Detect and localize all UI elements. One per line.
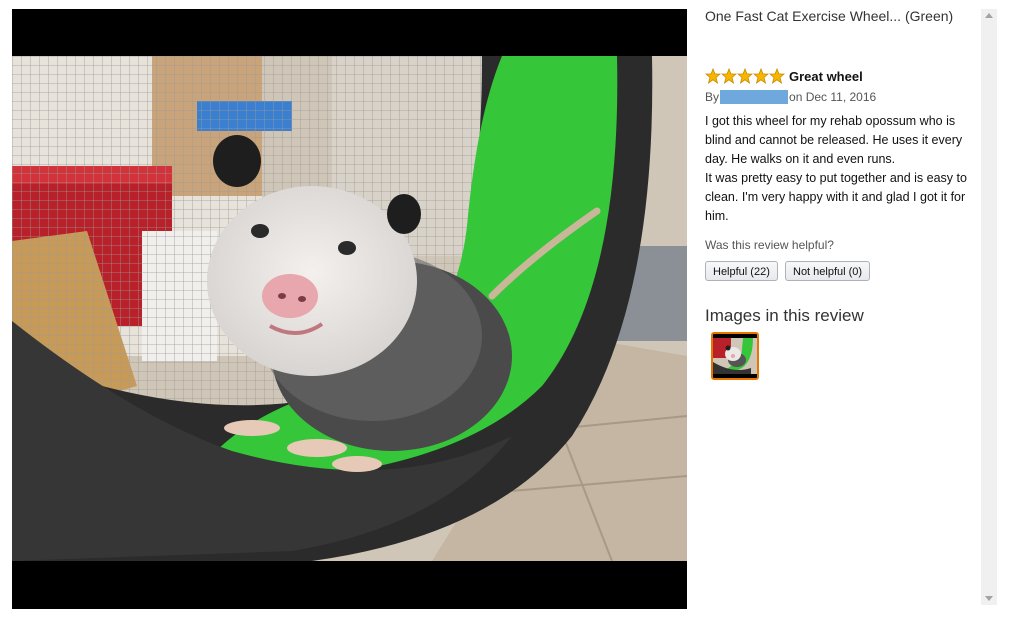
not-helpful-button[interactable]: Not helpful (0) — [785, 261, 871, 281]
scroll-down-arrow-icon[interactable] — [985, 596, 993, 601]
star-icon — [769, 68, 785, 84]
review-image-thumbnail[interactable] — [711, 332, 759, 380]
review-paragraph: I got this wheel for my rehab opossum wh… — [705, 114, 963, 166]
review-panel: One Fast Cat Exercise Wheel... (Green) G… — [705, 0, 977, 621]
star-rating — [705, 68, 785, 84]
image-viewer — [12, 9, 687, 609]
star-icon — [753, 68, 769, 84]
review-body: I got this wheel for my rehab opossum wh… — [705, 112, 980, 226]
scroll-up-arrow-icon[interactable] — [985, 13, 993, 18]
review-header: Great wheel — [705, 68, 863, 84]
vertical-scrollbar[interactable] — [981, 9, 997, 605]
images-section-heading: Images in this review — [705, 306, 864, 325]
author-name-redacted[interactable] — [720, 90, 789, 104]
product-title[interactable]: One Fast Cat Exercise Wheel... (Green) — [705, 8, 953, 24]
review-paragraph: It was pretty easy to put together and i… — [705, 171, 967, 223]
helpful-question: Was this review helpful? — [705, 238, 834, 252]
by-label: By — [705, 90, 720, 104]
star-icon — [737, 68, 753, 84]
review-photo-opossum-in-wheel — [12, 56, 687, 561]
star-icon — [721, 68, 737, 84]
helpful-button[interactable]: Helpful (22) — [705, 261, 778, 281]
review-title[interactable]: Great wheel — [789, 69, 863, 84]
review-byline: By on Dec 11, 2016 — [705, 90, 876, 104]
star-icon — [705, 68, 721, 84]
review-date: on Dec 11, 2016 — [789, 90, 877, 104]
